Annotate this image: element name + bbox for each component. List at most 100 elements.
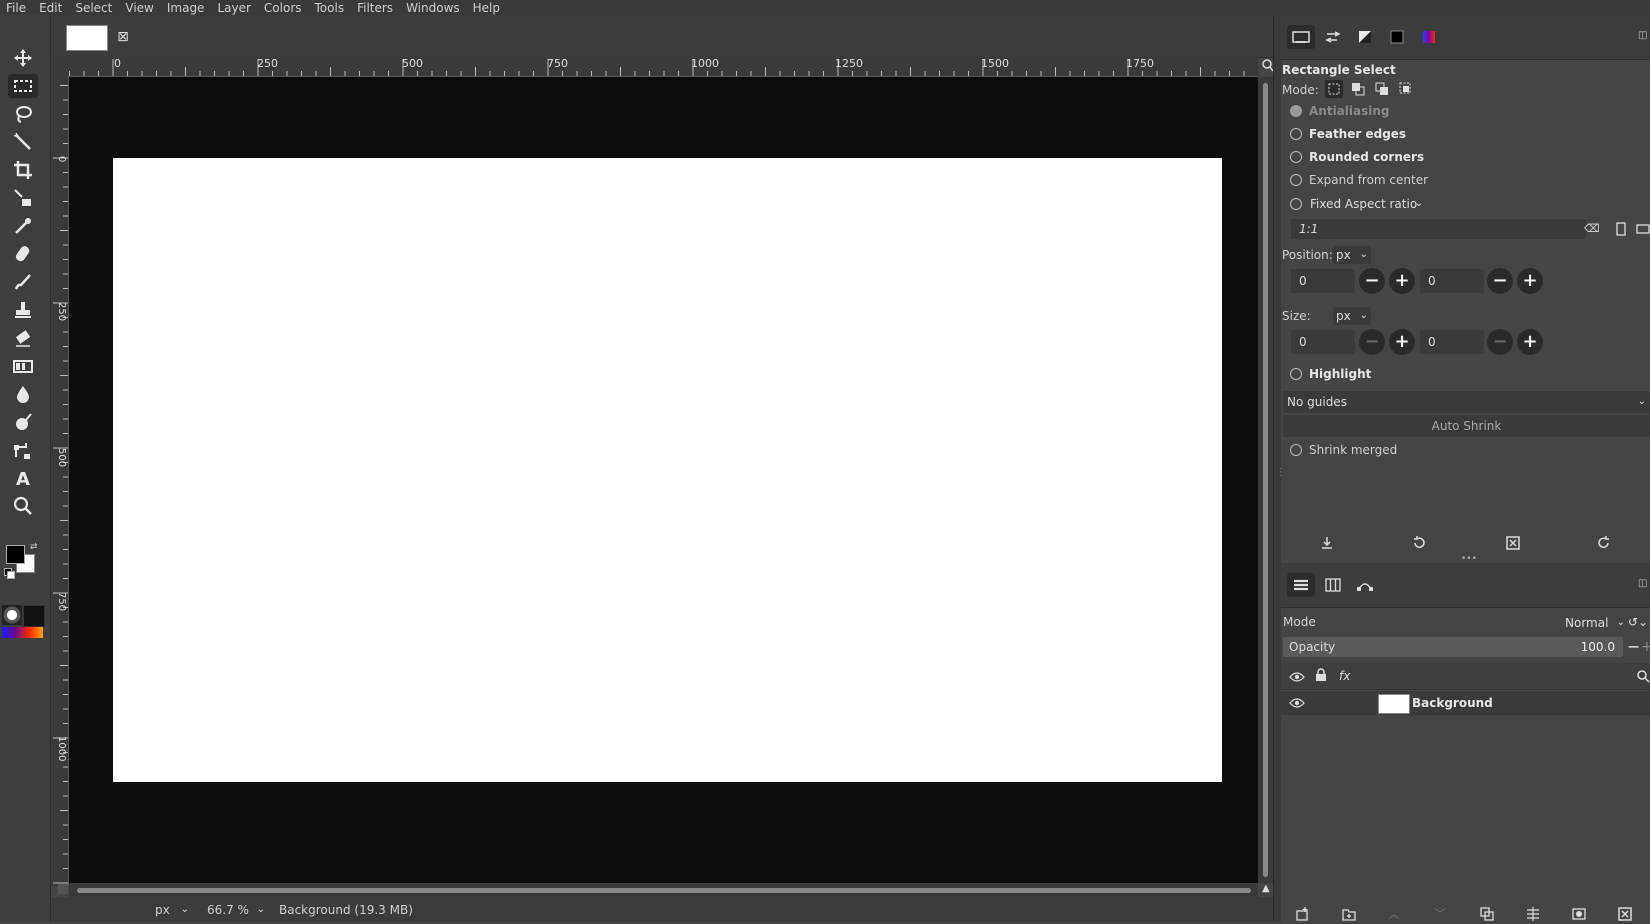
menu-help[interactable]: Help [467,1,507,15]
dodge-burn-tool-icon[interactable] [8,410,38,434]
move-tool-icon[interactable] [8,46,38,70]
fixed-mode-dropdown[interactable]: Fixed Aspect ratio ⌄ [1310,195,1423,213]
lower-layer-icon[interactable]: ﹀ [1434,907,1448,921]
close-image-icon[interactable]: ⊠ [114,28,132,46]
layers-tab-icon[interactable] [1287,573,1315,597]
layer-mode-dropdown[interactable]: Normal ⌄ [1565,614,1625,632]
heal-tool-icon[interactable] [8,242,38,266]
expand-from-center-checkbox[interactable] [1290,174,1302,186]
save-tool-preset-icon[interactable] [1320,536,1334,550]
layers-menu-icon[interactable]: ◫ [1638,579,1648,589]
delete-tool-preset-icon[interactable] [1506,536,1520,550]
paths-tool-icon[interactable] [8,438,38,462]
zoom-tool-icon[interactable] [8,494,38,518]
panel-handle-icon[interactable]: ••• [1461,555,1477,564]
auto-shrink-button[interactable]: Auto Shrink [1283,415,1650,437]
vertical-ruler[interactable]: 0 250 500 750 1000 [51,76,69,886]
fixed-checkbox[interactable] [1290,198,1302,210]
fuzzy-select-tool-icon[interactable] [8,130,38,154]
ruler-corner-icon[interactable] [51,57,68,76]
guides-dropdown[interactable]: No guides ⌄ [1283,391,1650,413]
menu-tools[interactable]: Tools [309,1,352,15]
position-y-plus-button[interactable]: + [1517,268,1543,294]
quick-mask-toggle-icon[interactable] [58,884,68,894]
aspect-ratio-field[interactable]: 1:1 [1291,219,1586,239]
gradient-tool-icon[interactable] [8,354,38,378]
landscape-icon[interactable] [1636,223,1650,235]
position-x-plus-button[interactable]: + [1389,268,1415,294]
quick-mask-icon[interactable] [2,605,22,625]
rounded-corners-checkbox[interactable] [1290,151,1302,163]
opacity-minus-button[interactable]: − [1627,637,1640,657]
delete-layer-icon[interactable] [1618,907,1632,921]
position-unit-dropdown[interactable]: px ⌄ [1333,246,1371,264]
images-tab-icon[interactable] [1383,25,1411,49]
size-width-field[interactable]: 0 [1291,330,1355,354]
layer-visibility-icon[interactable] [1289,697,1305,709]
mode-subtract-icon[interactable] [1373,80,1391,98]
menu-select[interactable]: Select [69,1,119,15]
size-width-plus-button[interactable]: + [1389,329,1415,355]
layer-mask-icon[interactable] [1572,907,1586,921]
horizontal-scrollbar[interactable] [69,883,1258,897]
dock-menu-icon[interactable]: ◫ [1638,31,1648,41]
menu-view[interactable]: View [119,1,160,15]
channels-tab-icon[interactable] [1319,573,1347,597]
zoom-selector[interactable]: 66.7 % ⌄ [201,900,271,920]
pattern-swatch-icon[interactable] [23,605,45,627]
position-x-minus-button[interactable]: − [1359,268,1385,294]
image-canvas[interactable] [113,158,1222,782]
search-icon[interactable] [1636,669,1650,683]
mode-intersect-icon[interactable] [1397,80,1415,98]
portrait-icon[interactable] [1615,222,1627,236]
menu-windows[interactable]: Windows [400,1,467,15]
rectangle-select-tool-icon[interactable] [8,74,38,98]
opacity-plus-button[interactable]: + [1641,637,1650,657]
opacity-slider[interactable]: Opacity 100.0 [1283,637,1623,657]
blur-tool-icon[interactable] [8,382,38,406]
reset-tool-options-icon[interactable] [1597,536,1611,550]
foreground-color-swatch[interactable] [6,545,25,564]
clone-tool-icon[interactable] [8,298,38,322]
restore-tool-preset-icon[interactable] [1412,536,1426,550]
size-height-minus-button[interactable]: − [1487,329,1513,355]
mode-switch-icon[interactable]: ↺⌄ [1628,615,1648,629]
size-unit-dropdown[interactable]: px ⌄ [1333,307,1371,325]
menu-file[interactable]: File [0,1,33,15]
default-colors-icon[interactable] [4,568,15,579]
feather-edges-checkbox[interactable] [1290,128,1302,140]
position-y-minus-button[interactable]: − [1487,268,1513,294]
paths-tab-icon[interactable] [1351,573,1379,597]
gradient-swatch[interactable] [2,627,43,638]
crop-tool-icon[interactable] [8,158,38,182]
position-x-field[interactable]: 0 [1291,269,1355,293]
menu-colors[interactable]: Colors [258,1,309,15]
menu-image[interactable]: Image [161,1,212,15]
antialiasing-checkbox[interactable] [1290,105,1302,117]
lasso-tool-icon[interactable] [8,102,38,126]
size-height-field[interactable]: 0 [1420,330,1484,354]
duplicate-layer-icon[interactable] [1480,907,1494,921]
merge-layer-icon[interactable] [1526,907,1540,921]
undo-history-tab-icon[interactable] [1351,25,1379,49]
eraser-tool-icon[interactable] [8,326,38,350]
layer-row[interactable]: Background [1281,691,1650,715]
mode-add-icon[interactable] [1349,80,1367,98]
device-status-tab-icon[interactable] [1319,25,1347,49]
position-y-field[interactable]: 0 [1420,269,1484,293]
text-tool-icon[interactable]: A [8,466,38,490]
menu-edit[interactable]: Edit [33,1,69,15]
color-picker-tool-icon[interactable] [8,214,38,238]
unit-selector[interactable]: px ⌄ [149,900,195,920]
image-tab-thumbnail[interactable] [66,25,108,51]
raise-layer-icon[interactable]: ︿ [1388,907,1402,921]
menu-filters[interactable]: Filters [351,1,400,15]
navigate-arrow-icon[interactable]: ▲ [1262,884,1272,894]
new-layer-group-icon[interactable] [1342,907,1356,921]
new-layer-icon[interactable] [1295,907,1309,921]
transform-tool-icon[interactable] [8,186,38,210]
horizontal-ruler[interactable]: 0 250 500 750 1000 1250 1500 1750 [68,57,1258,77]
size-height-plus-button[interactable]: + [1517,329,1543,355]
paintbrush-tool-icon[interactable] [8,270,38,294]
highlight-checkbox[interactable] [1290,368,1302,380]
